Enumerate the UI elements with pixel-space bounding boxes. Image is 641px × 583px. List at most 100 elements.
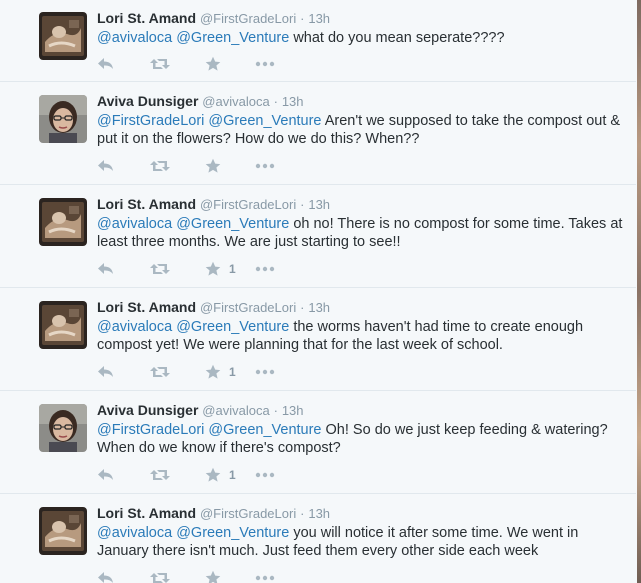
retweet-icon (149, 57, 171, 71)
mention-link[interactable]: @avivaloca (97, 319, 172, 335)
tweet-content: Lori St. Amand @FirstGradeLori · 13h @av… (97, 9, 628, 47)
more-button[interactable] (255, 54, 285, 74)
tweet-header: Lori St. Amand @FirstGradeLori · 13h (97, 298, 628, 317)
more-button[interactable] (255, 362, 285, 382)
retweet-button[interactable] (149, 465, 205, 485)
retweet-button[interactable] (149, 362, 205, 382)
mention-link[interactable]: @Green_Venture (208, 113, 321, 129)
retweet-icon (149, 571, 171, 583)
retweet-icon (149, 159, 171, 173)
tweet[interactable]: Lori St. Amand @FirstGradeLori · 13h @av… (0, 289, 636, 391)
favorite-icon (205, 570, 221, 583)
tweet-header: Aviva Dunsiger @avivaloca · 13h (97, 92, 628, 111)
mention-link[interactable]: @Green_Venture (208, 422, 321, 438)
avatar[interactable] (39, 507, 87, 555)
avatar[interactable] (39, 12, 87, 60)
more-button[interactable] (255, 568, 285, 583)
tweet-text: @avivaloca @Green_Venture the worms have… (97, 318, 628, 354)
tweet[interactable]: Lori St. Amand @FirstGradeLori · 13h @av… (0, 186, 636, 288)
mention-link[interactable]: @avivaloca (97, 216, 172, 232)
favorite-count: 1 (229, 365, 236, 379)
separator: · (300, 197, 305, 212)
author-name[interactable]: Lori St. Amand (97, 505, 196, 521)
author-name[interactable]: Aviva Dunsiger (97, 402, 198, 418)
tweet-actions (97, 156, 285, 176)
reply-button[interactable] (97, 362, 149, 382)
tweet-text: @avivaloca @Green_Venture you will notic… (97, 524, 628, 560)
mention-link[interactable]: @Green_Venture (176, 216, 289, 232)
separator: · (300, 300, 305, 315)
favorite-button[interactable]: 1 (205, 465, 255, 485)
tweet-actions: 1 (97, 259, 285, 279)
more-icon (255, 266, 275, 272)
author-name[interactable]: Lori St. Amand (97, 10, 196, 26)
reply-button[interactable] (97, 54, 149, 74)
retweet-icon (149, 365, 171, 379)
reply-icon (97, 571, 115, 583)
favorite-button[interactable] (205, 568, 255, 583)
more-button[interactable] (255, 465, 285, 485)
retweet-button[interactable] (149, 568, 205, 583)
timestamp[interactable]: 13h (308, 506, 330, 521)
more-icon (255, 369, 275, 375)
reply-button[interactable] (97, 568, 149, 583)
favorite-icon (205, 261, 221, 277)
more-button[interactable] (255, 259, 285, 279)
avatar[interactable] (39, 301, 87, 349)
favorite-count: 1 (229, 262, 236, 276)
timestamp[interactable]: 13h (308, 300, 330, 315)
author-handle[interactable]: @FirstGradeLori (200, 506, 296, 521)
tweet-actions: 1 (97, 362, 285, 382)
retweet-button[interactable] (149, 259, 205, 279)
tweet-content: Lori St. Amand @FirstGradeLori · 13h @av… (97, 298, 628, 354)
tweet-body: what do you mean seperate???? (293, 30, 505, 46)
author-name[interactable]: Lori St. Amand (97, 196, 196, 212)
reply-button[interactable] (97, 156, 149, 176)
mention-link[interactable]: @Green_Venture (176, 319, 289, 335)
author-handle[interactable]: @FirstGradeLori (200, 11, 296, 26)
reply-button[interactable] (97, 259, 149, 279)
tweet-actions: 1 (97, 465, 285, 485)
author-handle[interactable]: @avivaloca (202, 94, 269, 109)
reply-icon (97, 468, 115, 482)
mention-link[interactable]: @Green_Venture (176, 30, 289, 46)
author-handle[interactable]: @avivaloca (202, 403, 269, 418)
favorite-button[interactable]: 1 (205, 362, 255, 382)
tweet[interactable]: Lori St. Amand @FirstGradeLori · 13h @av… (0, 0, 636, 82)
mention-link[interactable]: @avivaloca (97, 30, 172, 46)
timestamp[interactable]: 13h (308, 197, 330, 212)
retweet-button[interactable] (149, 54, 205, 74)
author-name[interactable]: Aviva Dunsiger (97, 93, 198, 109)
author-name[interactable]: Lori St. Amand (97, 299, 196, 315)
favorite-button[interactable] (205, 156, 255, 176)
tweet[interactable]: Aviva Dunsiger @avivaloca · 13h @FirstGr… (0, 83, 636, 185)
more-button[interactable] (255, 156, 285, 176)
mention-link[interactable]: @avivaloca (97, 525, 172, 541)
timestamp[interactable]: 13h (282, 403, 304, 418)
favorite-button[interactable] (205, 54, 255, 74)
mention-link[interactable]: @Green_Venture (176, 525, 289, 541)
mention-link[interactable]: @FirstGradeLori (97, 422, 204, 438)
timestamp[interactable]: 13h (282, 94, 304, 109)
window-edge (637, 0, 641, 583)
tweet[interactable]: Aviva Dunsiger @avivaloca · 13h @FirstGr… (0, 392, 636, 494)
tweet-header: Aviva Dunsiger @avivaloca · 13h (97, 401, 628, 420)
favorite-count: 1 (229, 468, 236, 482)
retweet-icon (149, 262, 171, 276)
reply-button[interactable] (97, 465, 149, 485)
author-handle[interactable]: @FirstGradeLori (200, 197, 296, 212)
tweet[interactable]: Lori St. Amand @FirstGradeLori · 13h @av… (0, 495, 636, 583)
favorite-icon (205, 56, 221, 72)
favorite-button[interactable]: 1 (205, 259, 255, 279)
tweet-header: Lori St. Amand @FirstGradeLori · 13h (97, 195, 628, 214)
reply-icon (97, 159, 115, 173)
separator: · (273, 94, 278, 109)
retweet-button[interactable] (149, 156, 205, 176)
mention-link[interactable]: @FirstGradeLori (97, 113, 204, 129)
author-handle[interactable]: @FirstGradeLori (200, 300, 296, 315)
timestamp[interactable]: 13h (308, 11, 330, 26)
avatar[interactable] (39, 198, 87, 246)
avatar[interactable] (39, 404, 87, 452)
tweet-text: @avivaloca @Green_Venture oh no! There i… (97, 215, 628, 251)
avatar[interactable] (39, 95, 87, 143)
